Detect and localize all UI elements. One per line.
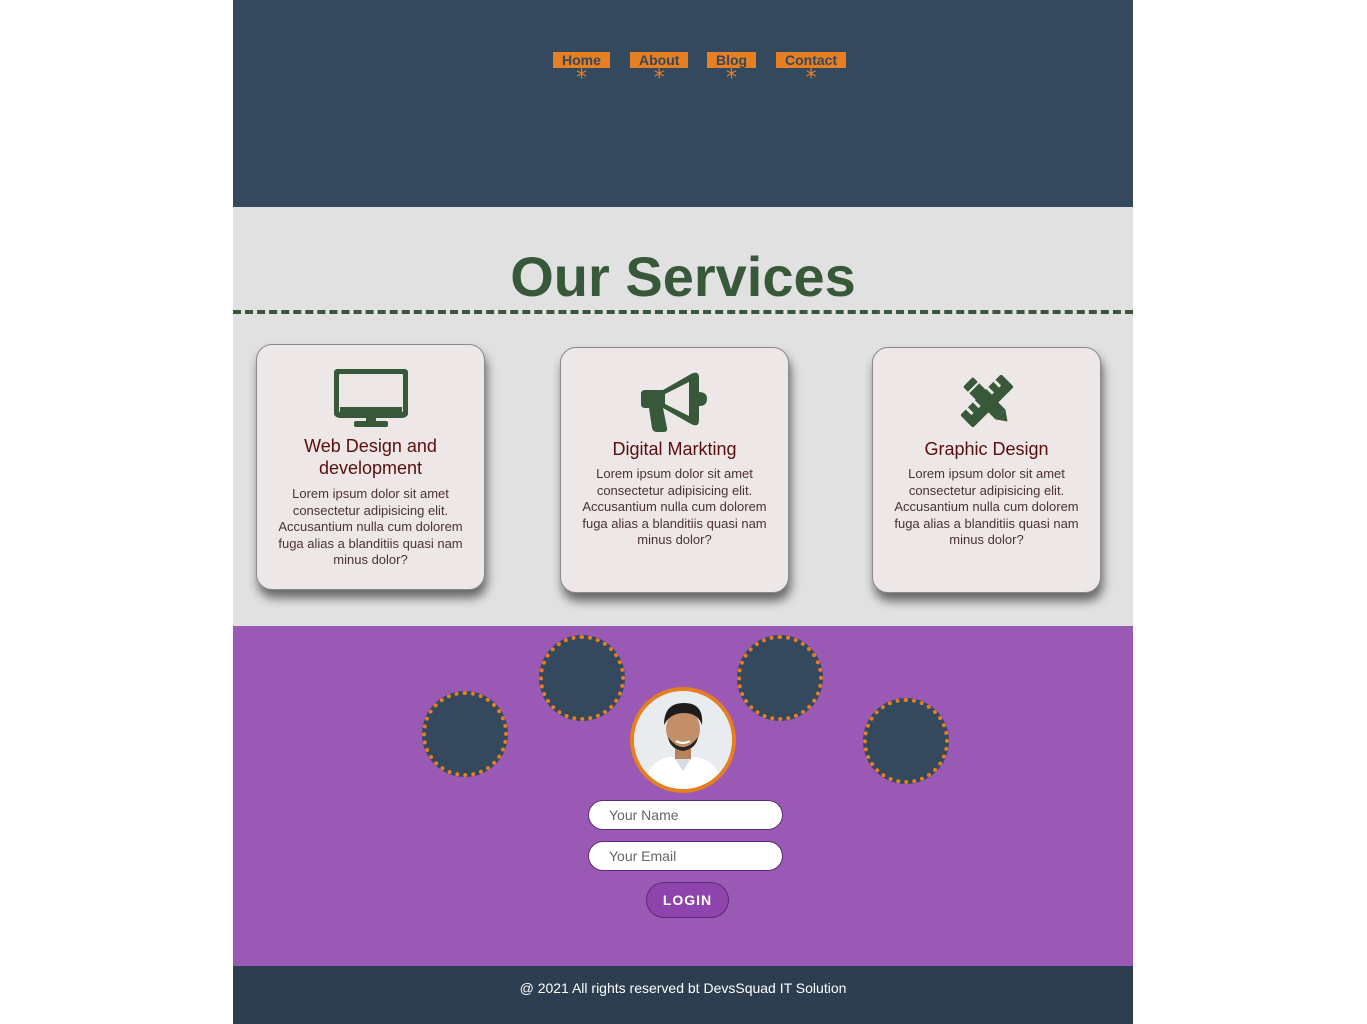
card-title: Digital Markting	[612, 439, 737, 459]
login-button[interactable]: LOGIN	[646, 882, 729, 918]
nav-item-home: Home *	[553, 52, 610, 91]
service-card-web-design: Web Design and development Lorem ipsum d…	[256, 344, 485, 590]
user-photo-icon	[634, 691, 732, 789]
nav-marker: *	[726, 66, 738, 91]
pencil-ruler-icon	[873, 368, 1100, 432]
copyright-text: @ 2021 All rights reserved bt DevsSquad …	[519, 980, 847, 996]
page: Home * About * Blog * Contact * Our Serv	[233, 0, 1133, 1024]
card-title: Graphic Design	[924, 439, 1049, 459]
nav-marker: *	[575, 66, 587, 91]
name-field[interactable]	[588, 800, 783, 830]
decorative-circle	[737, 635, 823, 721]
decorative-circle	[863, 698, 949, 784]
nav-marker: *	[805, 66, 817, 91]
megaphone-icon	[561, 370, 788, 434]
service-card-graphic-design: Graphic Design Lorem ipsum dolor sit ame…	[872, 347, 1101, 593]
nav-item-about: About *	[630, 52, 689, 91]
services-title: Our Services	[510, 245, 856, 308]
decorative-circle	[422, 691, 508, 777]
nav-marker: *	[653, 66, 665, 91]
service-card-digital-marketing: Digital Markting Lorem ipsum dolor sit a…	[560, 347, 789, 593]
nav-item-contact: Contact *	[776, 52, 847, 91]
email-field[interactable]	[588, 841, 783, 871]
site-header: Home * About * Blog * Contact *	[233, 0, 1133, 207]
decorative-circle	[539, 635, 625, 721]
card-title: Web Design and development	[304, 436, 437, 478]
avatar	[630, 687, 736, 793]
card-description: Lorem ipsum dolor sit amet consectetur a…	[582, 466, 767, 547]
nav-item-blog: Blog *	[707, 52, 757, 91]
section-divider	[233, 310, 1133, 314]
login-section: LOGIN	[233, 626, 1133, 966]
card-description: Lorem ipsum dolor sit amet consectetur a…	[278, 486, 463, 567]
site-footer: @ 2021 All rights reserved bt DevsSquad …	[233, 966, 1133, 1024]
card-description: Lorem ipsum dolor sit amet consectetur a…	[894, 466, 1079, 547]
services-section: Our Services Web Design and development …	[233, 207, 1133, 626]
desktop-monitor-icon	[257, 369, 484, 433]
